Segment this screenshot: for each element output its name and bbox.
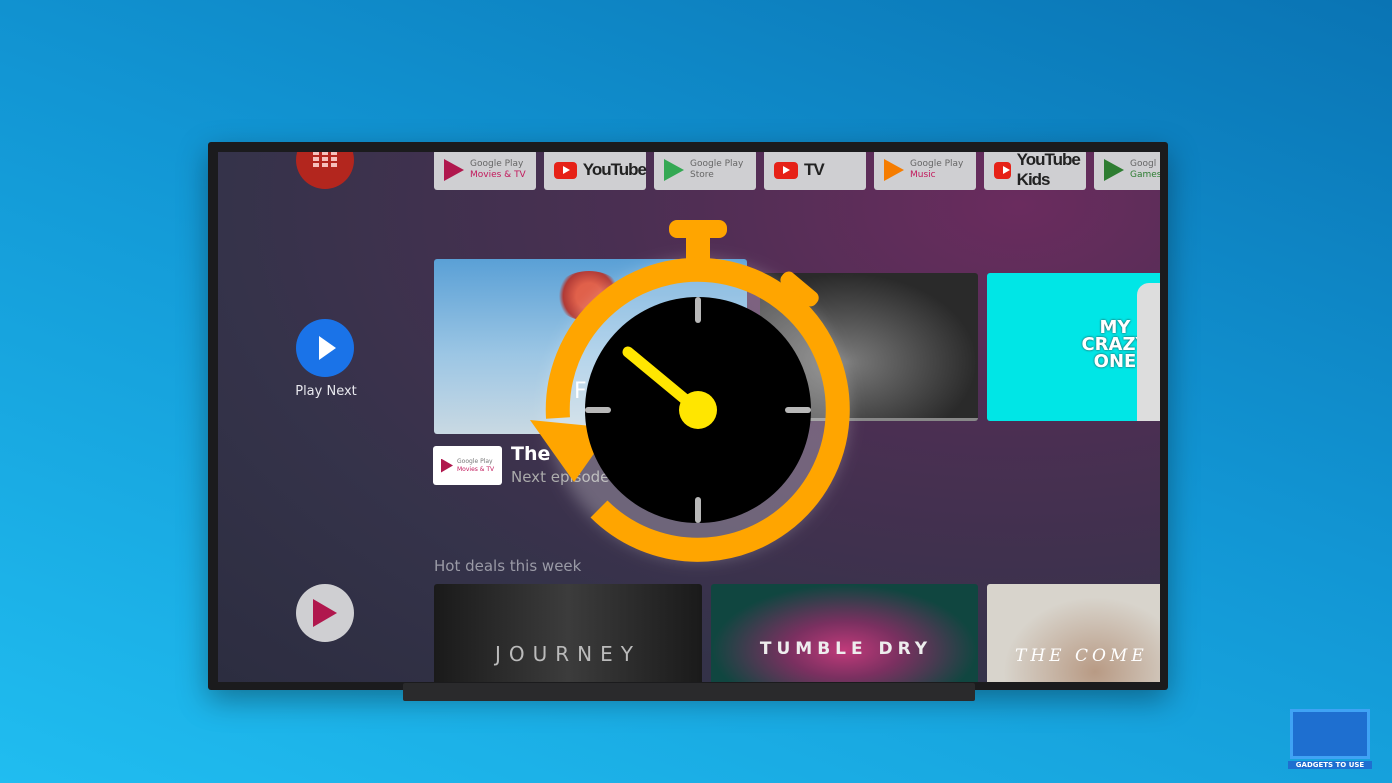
- gadgets-to-use-logo: GADGETS TO USE: [1288, 709, 1372, 775]
- stopwatch-reset-icon: [530, 220, 850, 562]
- logo-text: GADGETS TO USE: [1288, 761, 1372, 769]
